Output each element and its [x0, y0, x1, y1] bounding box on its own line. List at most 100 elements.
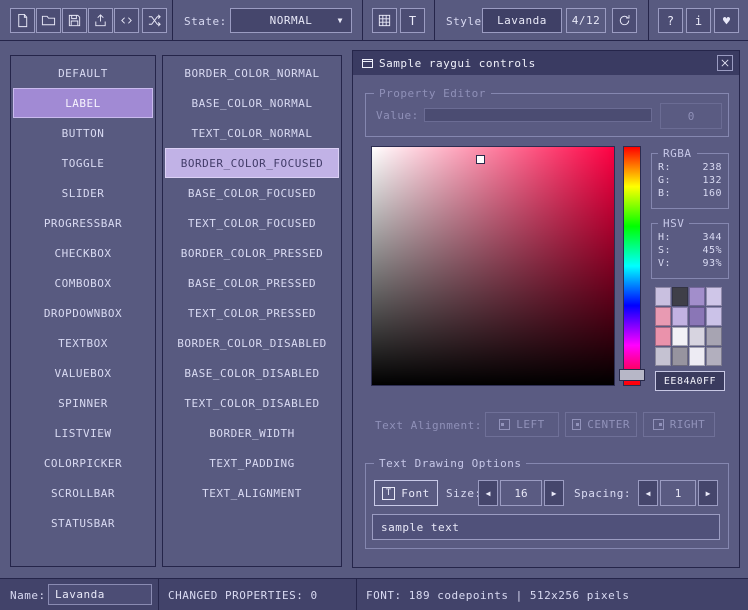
- color-swatch[interactable]: [689, 287, 705, 306]
- font-button[interactable]: T Font: [374, 480, 438, 506]
- toolbar: State: NORMAL ▼ T Style: Lavanda 4/12 ? …: [0, 0, 748, 41]
- size-decrease-button[interactable]: ◀: [478, 480, 498, 506]
- open-file-button[interactable]: [36, 8, 61, 33]
- color-swatch[interactable]: [689, 327, 705, 346]
- color-swatch[interactable]: [672, 287, 688, 306]
- property-editor-group: Property Editor Value: 0: [365, 93, 729, 137]
- color-swatch[interactable]: [706, 307, 722, 326]
- hue-slider-handle[interactable]: [619, 369, 645, 381]
- spacing-increase-button[interactable]: ▶: [698, 480, 718, 506]
- control-item-listview[interactable]: LISTVIEW: [13, 418, 153, 448]
- property-item-text_alignment[interactable]: TEXT_ALIGNMENT: [165, 478, 339, 508]
- align-right-icon: [653, 419, 664, 430]
- control-item-button[interactable]: BUTTON: [13, 118, 153, 148]
- grid-mode-button[interactable]: [372, 8, 397, 33]
- control-item-checkbox[interactable]: CHECKBOX: [13, 238, 153, 268]
- control-item-textbox[interactable]: TEXTBOX: [13, 328, 153, 358]
- control-item-label[interactable]: LABEL: [13, 88, 153, 118]
- text-alignment-label: Text Alignment:: [375, 419, 482, 432]
- control-item-toggle[interactable]: TOGGLE: [13, 148, 153, 178]
- sample-controls-window: Sample raygui controls Property Editor V…: [352, 50, 740, 568]
- window-titlebar[interactable]: Sample raygui controls: [353, 51, 739, 75]
- property-item-text_padding[interactable]: TEXT_PADDING: [165, 448, 339, 478]
- value-slider[interactable]: [424, 108, 652, 122]
- color-swatch[interactable]: [655, 307, 671, 326]
- color-swatch[interactable]: [706, 287, 722, 306]
- color-swatch[interactable]: [689, 347, 705, 366]
- sponsor-button[interactable]: ♥: [714, 8, 739, 33]
- text-mode-button[interactable]: T: [400, 8, 425, 33]
- align-center-button[interactable]: CENTER: [565, 412, 637, 437]
- save-file-button[interactable]: [62, 8, 87, 33]
- property-item-base_color_focused[interactable]: BASE_COLOR_FOCUSED: [165, 178, 339, 208]
- rgba-g-row: G:132: [652, 175, 728, 186]
- state-dropdown[interactable]: NORMAL ▼: [230, 8, 352, 33]
- about-button[interactable]: i: [686, 8, 711, 33]
- control-item-scrollbar[interactable]: SCROLLBAR: [13, 478, 153, 508]
- control-item-colorpicker[interactable]: COLORPICKER: [13, 448, 153, 478]
- spacing-decrease-button[interactable]: ◀: [638, 480, 658, 506]
- randomize-style-button[interactable]: [142, 8, 167, 33]
- property-item-text_color_pressed[interactable]: TEXT_COLOR_PRESSED: [165, 298, 339, 328]
- color-panel[interactable]: [371, 146, 615, 386]
- color-swatch[interactable]: [655, 327, 671, 346]
- property-item-base_color_normal[interactable]: BASE_COLOR_NORMAL: [165, 88, 339, 118]
- window-title: Sample raygui controls: [379, 57, 536, 70]
- help-button[interactable]: ?: [658, 8, 683, 33]
- color-swatch[interactable]: [672, 327, 688, 346]
- style-name-box[interactable]: Lavanda: [482, 8, 562, 33]
- property-item-border_color_focused[interactable]: BORDER_COLOR_FOCUSED: [165, 148, 339, 178]
- close-window-button[interactable]: [717, 55, 733, 71]
- reload-style-button[interactable]: [612, 8, 637, 33]
- control-item-dropdownbox[interactable]: DROPDOWNBOX: [13, 298, 153, 328]
- chevron-down-icon: ▼: [338, 16, 343, 25]
- color-panel-marker[interactable]: [476, 155, 485, 164]
- code-icon: [119, 13, 134, 28]
- control-item-combobox[interactable]: COMBOBOX: [13, 268, 153, 298]
- size-value-box[interactable]: 16: [500, 480, 542, 506]
- export-style-button[interactable]: [88, 8, 113, 33]
- property-item-base_color_disabled[interactable]: BASE_COLOR_DISABLED: [165, 358, 339, 388]
- property-item-border_width[interactable]: BORDER_WIDTH: [165, 418, 339, 448]
- control-item-slider[interactable]: SLIDER: [13, 178, 153, 208]
- color-swatch[interactable]: [672, 307, 688, 326]
- arrow-left-icon: ◀: [646, 489, 651, 498]
- control-item-progressbar[interactable]: PROGRESSBAR: [13, 208, 153, 238]
- property-item-text_color_focused[interactable]: TEXT_COLOR_FOCUSED: [165, 208, 339, 238]
- color-swatch[interactable]: [689, 307, 705, 326]
- color-swatch[interactable]: [655, 287, 671, 306]
- export-code-button[interactable]: [114, 8, 139, 33]
- hue-bar[interactable]: [623, 146, 641, 386]
- property-editor-title: Property Editor: [374, 87, 491, 100]
- align-right-button[interactable]: RIGHT: [643, 412, 715, 437]
- align-left-button[interactable]: LEFT: [485, 412, 559, 437]
- new-file-button[interactable]: [10, 8, 35, 33]
- arrow-right-icon: ▶: [552, 489, 557, 498]
- reload-icon: [617, 13, 632, 28]
- property-item-border_color_disabled[interactable]: BORDER_COLOR_DISABLED: [165, 328, 339, 358]
- color-swatch[interactable]: [655, 347, 671, 366]
- hex-color-box[interactable]: EE84A0FF: [655, 371, 725, 391]
- control-item-statusbar[interactable]: STATUSBAR: [13, 508, 153, 538]
- spacing-value-box[interactable]: 1: [660, 480, 696, 506]
- property-item-border_color_pressed[interactable]: BORDER_COLOR_PRESSED: [165, 238, 339, 268]
- hsv-group: HSV H:344 S:45% V:93%: [651, 223, 729, 279]
- control-item-default[interactable]: DEFAULT: [13, 58, 153, 88]
- property-item-base_color_pressed[interactable]: BASE_COLOR_PRESSED: [165, 268, 339, 298]
- property-item-border_color_normal[interactable]: BORDER_COLOR_NORMAL: [165, 58, 339, 88]
- size-increase-button[interactable]: ▶: [544, 480, 564, 506]
- style-name-status-box[interactable]: Lavanda: [48, 584, 152, 605]
- text-drawing-options-group: Text Drawing Options T Font Size: ◀ 16 ▶…: [365, 463, 729, 549]
- control-item-valuebox[interactable]: VALUEBOX: [13, 358, 153, 388]
- statusbar-separator: [158, 579, 159, 610]
- control-item-spinner[interactable]: SPINNER: [13, 388, 153, 418]
- sample-text-input[interactable]: sample text: [372, 514, 720, 540]
- color-swatch[interactable]: [706, 327, 722, 346]
- arrow-right-icon: ▶: [706, 489, 711, 498]
- property-item-text_color_disabled[interactable]: TEXT_COLOR_DISABLED: [165, 388, 339, 418]
- statusbar: Name: Lavanda CHANGED PROPERTIES: 0 FONT…: [0, 578, 748, 610]
- property-item-text_color_normal[interactable]: TEXT_COLOR_NORMAL: [165, 118, 339, 148]
- color-swatch[interactable]: [706, 347, 722, 366]
- value-box[interactable]: 0: [660, 103, 722, 129]
- color-swatch[interactable]: [672, 347, 688, 366]
